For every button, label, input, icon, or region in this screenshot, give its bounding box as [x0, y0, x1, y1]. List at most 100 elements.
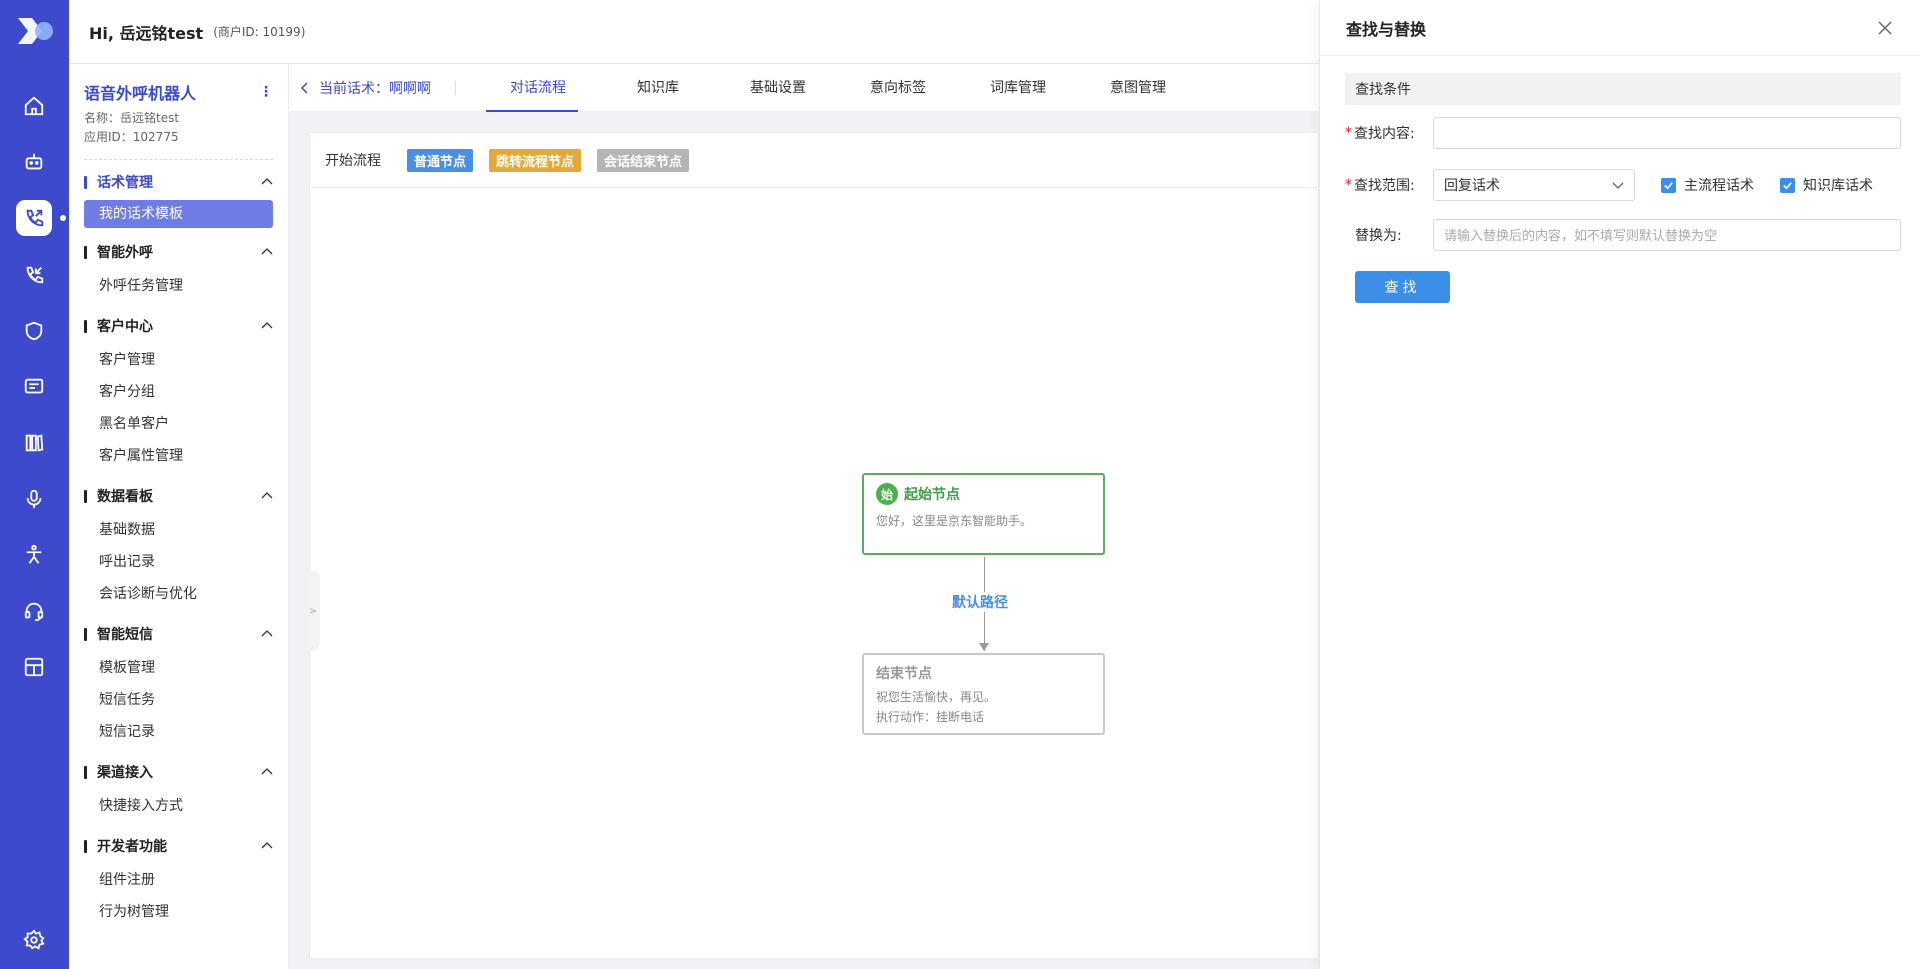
replace-row: 替换为: — [1345, 219, 1919, 251]
find-replace-drawer: 查找与替换 查找条件 * 查找内容: * 查找范围: 回复话术 主流程话术 知识库话… — [1319, 0, 1919, 969]
menu-group: 话术管理我的话术模板 — [84, 172, 273, 228]
end-node-title: 结束节点 — [876, 666, 932, 682]
scope-row: * 查找范围: 回复话术 主流程话术 知识库话术 — [1345, 169, 1919, 201]
menu-group-header[interactable]: 客户中心 — [84, 316, 273, 336]
menu-group-header[interactable]: 渠道接入 — [84, 762, 273, 782]
tab-item[interactable]: 对话流程 — [478, 64, 598, 112]
menu-group-title: 开发者功能 — [84, 836, 167, 856]
greeting: Hi, 岳远铭test — [89, 23, 204, 43]
tab-item[interactable]: 意图管理 — [1078, 64, 1198, 112]
sidebar-menu-item[interactable]: 我的话术模板 — [84, 200, 273, 228]
merchant-id: (商户ID: 10199) — [213, 25, 306, 39]
tab-item[interactable]: 知识库 — [598, 64, 718, 112]
dashboard-icon[interactable] — [16, 649, 52, 685]
divider — [84, 159, 273, 160]
robot-icon[interactable] — [16, 144, 52, 180]
chevron-down-icon — [1612, 182, 1624, 189]
scope-label: 查找范围: — [1354, 178, 1415, 194]
back-button[interactable]: 当前话术：啊啊啊 — [299, 78, 431, 98]
sidebar-menu-item[interactable]: 客户分组 — [84, 376, 273, 408]
logo-icon[interactable] — [0, 0, 69, 62]
sidebar-menu-item[interactable]: 短信任务 — [84, 684, 273, 716]
menu-group: 数据看板基础数据 呼出记录 会话诊断与优化 — [84, 486, 273, 610]
sidebar-menu-item[interactable]: 快捷接入方式 — [84, 790, 273, 822]
start-badge: 始 — [876, 483, 898, 505]
chevron-up-icon[interactable] — [261, 490, 273, 502]
legend-end-node: 会话结束节点 — [597, 148, 690, 172]
find-input[interactable] — [1433, 117, 1901, 149]
end-node-text: 祝您生活愉快，再见。 — [876, 690, 997, 704]
start-node-text: 您好，这里是京东智能助手。 — [876, 514, 1033, 528]
sidebar-menu: 话术管理我的话术模板智能外呼外呼任务管理客户中心客户管理 客户分组 黑名单客户 客户属… — [84, 172, 273, 928]
tab-bar: 当前话术：啊啊啊 对话流程 知识库 基础设置 意向标签 词库管理 意图管理 — [289, 64, 1319, 112]
kb-checkbox[interactable]: 知识库话术 — [1780, 175, 1873, 195]
chevron-up-icon[interactable] — [261, 628, 273, 640]
menu-group: 渠道接入快捷接入方式 — [84, 762, 273, 822]
replace-label: 替换为: — [1355, 228, 1402, 244]
kb-checkbox-label: 知识库话术 — [1803, 178, 1873, 194]
chevron-up-icon[interactable] — [261, 176, 273, 188]
collapse-panel-handle[interactable]: > — [306, 571, 320, 651]
tab-item[interactable]: 意向标签 — [838, 64, 958, 112]
sidebar-menu-item[interactable]: 外呼任务管理 — [84, 270, 273, 302]
shield-icon[interactable] — [16, 313, 52, 349]
main-flow-checkbox-label: 主流程话术 — [1684, 178, 1754, 194]
chevron-up-icon[interactable] — [261, 766, 273, 778]
scope-select[interactable]: 回复话术 — [1433, 169, 1635, 201]
drawer-title: 查找与替换 — [1346, 19, 1427, 39]
main-flow-checkbox[interactable]: 主流程话术 — [1661, 175, 1754, 195]
replace-input[interactable] — [1433, 219, 1901, 251]
menu-group-title: 数据看板 — [84, 486, 153, 506]
sidebar-menu-item[interactable]: 模板管理 — [84, 652, 273, 684]
sidebar-menu-item[interactable]: 行为树管理 — [84, 896, 273, 928]
sidebar-menu-item[interactable]: 客户管理 — [84, 344, 273, 376]
sidebar-menu-item[interactable]: 基础数据 — [84, 514, 273, 546]
app-name-line: 名称：岳远铭test — [84, 111, 180, 125]
sidebar-menu-item[interactable]: 黑名单客户 — [84, 408, 273, 440]
chevron-up-icon[interactable] — [261, 320, 273, 332]
menu-group-header[interactable]: 智能短信 — [84, 624, 273, 644]
menu-group: 智能外呼外呼任务管理 — [84, 242, 273, 302]
phone-incoming-icon[interactable] — [16, 257, 52, 293]
chevron-up-icon[interactable] — [261, 840, 273, 852]
tab-item[interactable]: 基础设置 — [718, 64, 838, 112]
chevron-left-icon — [300, 81, 308, 94]
edge-label[interactable]: 默认路径 — [950, 592, 1010, 612]
search-conditions-section: 查找条件 — [1345, 73, 1901, 105]
person-icon[interactable] — [16, 537, 52, 573]
start-node[interactable]: 始 起始节点 您好，这里是京东智能助手。 — [862, 473, 1105, 555]
sidebar-menu-item[interactable]: 会话诊断与优化 — [84, 578, 273, 610]
end-node[interactable]: 结束节点 祝您生活愉快，再见。 执行动作：挂断电话 — [862, 653, 1105, 735]
sidebar-menu-item[interactable]: 呼出记录 — [84, 546, 273, 578]
current-script-label: 当前话术：啊啊啊 — [319, 80, 431, 97]
more-icon[interactable]: ⋮ — [259, 84, 273, 100]
search-button[interactable]: 查找 — [1355, 271, 1450, 303]
menu-group-title: 客户中心 — [84, 316, 153, 336]
menu-group-header[interactable]: 话术管理 — [84, 172, 273, 192]
sidebar-menu-item[interactable]: 组件注册 — [84, 864, 273, 896]
tab-item[interactable]: 词库管理 — [958, 64, 1078, 112]
settings-icon[interactable] — [16, 922, 52, 958]
close-icon[interactable] — [1877, 20, 1893, 36]
headset-icon[interactable] — [16, 593, 52, 629]
home-icon[interactable] — [16, 88, 52, 124]
microphone-icon[interactable] — [16, 481, 52, 517]
flow-canvas[interactable]: 开始流程 普通节点 跳转流程节点 会话结束节点 > 始 起始节点 您好，这里是京… — [306, 132, 1319, 959]
app-name: 语音外呼机器人 ⋮ — [84, 80, 273, 104]
phone-call-icon[interactable] — [16, 200, 52, 236]
sidebar-menu-item[interactable]: 客户属性管理 — [84, 440, 273, 472]
menu-group: 智能短信模板管理 短信任务 短信记录 — [84, 624, 273, 748]
menu-group-header[interactable]: 开发者功能 — [84, 836, 273, 856]
menu-group-title: 智能短信 — [84, 624, 153, 644]
menu-group-header[interactable]: 智能外呼 — [84, 242, 273, 262]
scope-select-value: 回复话术 — [1444, 178, 1500, 194]
start-node-title: 起始节点 — [904, 487, 960, 503]
menu-group: 开发者功能组件注册 行为树管理 — [84, 836, 273, 928]
library-icon[interactable] — [16, 425, 52, 461]
message-icon[interactable] — [16, 369, 52, 405]
sidebar-menu-item[interactable]: 短信记录 — [84, 716, 273, 748]
chevron-up-icon[interactable] — [261, 246, 273, 258]
menu-group-header[interactable]: 数据看板 — [84, 486, 273, 506]
menu-group-title: 渠道接入 — [84, 762, 153, 782]
end-node-action: 执行动作：挂断电话 — [876, 710, 985, 724]
